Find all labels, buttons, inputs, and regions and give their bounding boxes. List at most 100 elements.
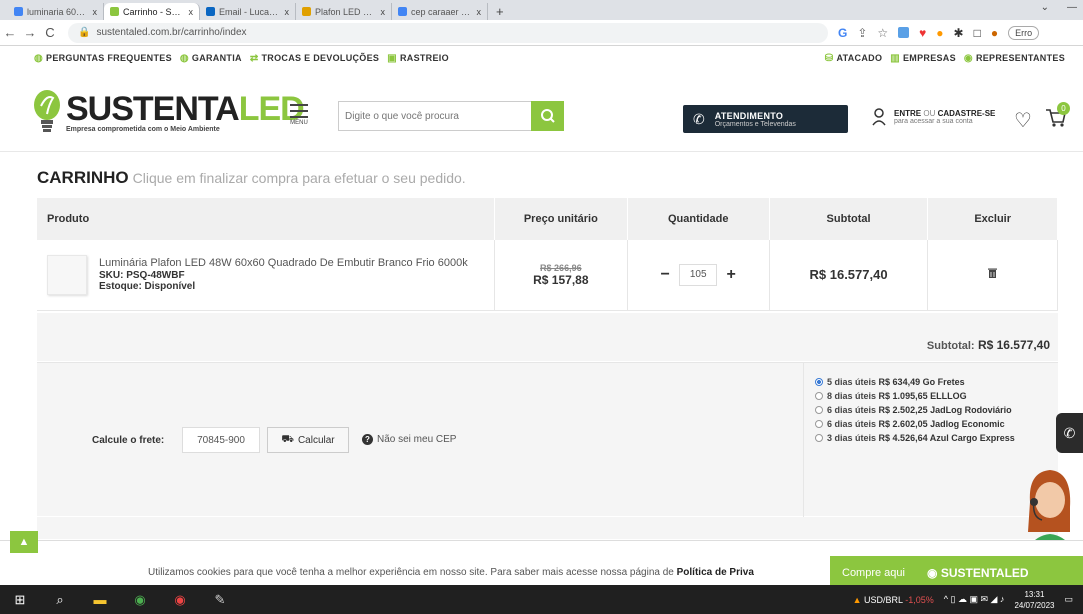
nao-sei-cep-link[interactable]: ? Não sei meu CEP xyxy=(362,434,456,445)
new-tab-button[interactable]: + xyxy=(488,3,512,20)
tab-close-icon[interactable]: x xyxy=(477,7,482,17)
trash-icon[interactable] xyxy=(988,268,998,279)
login-main: ENTRE OU CADASTRE-SE xyxy=(894,109,995,118)
file-explorer-icon[interactable]: ▬ xyxy=(80,592,120,607)
extension-orange-icon[interactable]: ● xyxy=(936,26,943,40)
top-link-representantes[interactable]: ◉ REPRESENTANTES xyxy=(964,53,1065,64)
atendimento-button[interactable]: ✆ ATENDIMENTO Orçamentos e Televendas xyxy=(683,105,848,133)
url-text: sustentaled.com.br/carrinho/index xyxy=(96,27,247,38)
wishlist-heart-icon[interactable]: ♡ xyxy=(1014,108,1032,133)
qty-decrease-button[interactable]: − xyxy=(657,266,673,284)
top-link-trocas-label: TROCAS E DEVOLUÇÕES xyxy=(261,53,380,63)
qty-increase-button[interactable]: + xyxy=(723,266,739,284)
profile-error-chip[interactable]: Erro xyxy=(1008,25,1040,40)
subtotal-line: Subtotal: R$ 16.577,40 xyxy=(927,338,1050,352)
site-logo[interactable]: SUSTENTALED Empresa comprometida com o M… xyxy=(32,88,305,136)
top-link-garantia[interactable]: ◍ GARANTIA xyxy=(180,53,242,64)
shipping-option[interactable]: 6 dias úteis R$ 2.502,25 JadLog Rodoviár… xyxy=(815,403,1060,417)
cep-input[interactable] xyxy=(182,427,260,453)
shipping-option[interactable]: 8 dias úteis R$ 1.095,65 ELLLOG xyxy=(815,389,1060,403)
chat-icon[interactable]: ✆ xyxy=(1056,413,1083,453)
shipping-days: 6 dias úteis xyxy=(827,405,877,415)
minimize-icon[interactable]: — xyxy=(1067,2,1077,13)
login-entre: ENTRE xyxy=(894,109,922,118)
notification-icon[interactable]: ▭ xyxy=(1064,594,1073,605)
forward-icon[interactable]: → xyxy=(20,25,40,40)
compre-aqui-label: Compre aqui xyxy=(842,567,905,579)
search-button[interactable] xyxy=(531,101,564,131)
price-cell: R$ 266,96 R$ 157,88 xyxy=(494,240,628,311)
chrome-profile-icon[interactable]: ◉ xyxy=(160,592,200,608)
tab-close-icon[interactable]: x xyxy=(381,7,386,17)
product-image[interactable] xyxy=(47,254,87,295)
truck-icon: ▣ xyxy=(387,52,397,64)
google-icon[interactable]: G xyxy=(838,26,847,40)
scroll-top-button[interactable]: ▲ xyxy=(10,531,38,553)
top-link-faq[interactable]: ◍ PERGUNTAS FREQUENTES xyxy=(34,53,172,64)
chevron-down-icon[interactable]: ⌄ xyxy=(1041,2,1049,13)
shipping-radio[interactable] xyxy=(815,406,823,414)
windows-start-icon[interactable]: ⊞ xyxy=(0,592,40,608)
login-link[interactable]: ENTRE OU CADASTRE-SE para acessar a sua … xyxy=(872,108,995,126)
shipping-option-text: 3 dias úteis R$ 4.526,64 Azul Cargo Expr… xyxy=(827,431,1015,445)
product-text: Luminária Plafon LED 48W 60x60 Quadrado … xyxy=(99,257,494,292)
shipping-radio[interactable] xyxy=(815,420,823,428)
quantity-input[interactable] xyxy=(679,263,718,286)
browser-tab[interactable]: Plafon LED Embutir Quadrad x xyxy=(296,3,392,20)
menu-button[interactable]: MENU xyxy=(285,104,313,126)
paint-icon[interactable]: ✎ xyxy=(200,592,240,608)
tab-close-icon[interactable]: x xyxy=(93,7,98,17)
attend-subtitle: Orçamentos e Televendas xyxy=(714,120,796,128)
reload-icon[interactable]: C xyxy=(40,25,60,40)
search-icon[interactable]: ⌕ xyxy=(40,592,80,608)
cart-button[interactable]: 0 xyxy=(1045,102,1070,133)
sidepanel-icon[interactable]: □ xyxy=(974,26,981,40)
top-link-rastreio[interactable]: ▣ RASTREIO xyxy=(387,53,449,64)
search-input[interactable] xyxy=(338,101,531,131)
chrome-icon[interactable]: ◉ xyxy=(120,592,160,608)
shipping-radio[interactable] xyxy=(815,434,823,442)
usd-widget[interactable]: ▲ USD/BRL -1,05% xyxy=(853,595,934,605)
top-link-rastreio-label: RASTREIO xyxy=(399,53,449,63)
shipping-option[interactable]: 3 dias úteis R$ 4.526,64 Azul Cargo Expr… xyxy=(815,431,1060,445)
top-link-trocas[interactable]: ⇄ TROCAS E DEVOLUÇÕES xyxy=(250,53,379,64)
puzzle-icon[interactable]: ✱ xyxy=(954,26,964,40)
shipping-option[interactable]: 5 dias úteis R$ 634,49 Go Fretes xyxy=(815,375,1060,389)
subtotal-label: Subtotal: xyxy=(926,340,975,352)
shipping-options: 5 dias úteis R$ 634,49 Go Fretes 8 dias ú… xyxy=(815,375,1060,445)
extension-blue-icon[interactable] xyxy=(898,27,910,38)
url-field[interactable]: 🔒 sustentaled.com.br/carrinho/index xyxy=(68,22,828,43)
shipping-radio[interactable] xyxy=(815,392,823,400)
pocket-icon[interactable]: ♥ xyxy=(919,26,926,40)
tab-close-icon[interactable]: x xyxy=(189,7,194,17)
browser-tab[interactable]: Carrinho - Sustenta Led - A x xyxy=(104,3,200,20)
clock-date: 24/07/2023 xyxy=(1014,600,1055,610)
product-info: Luminária Plafon LED 48W 60x60 Quadrado … xyxy=(37,254,494,295)
shipping-option-text: 6 dias úteis R$ 2.502,25 JadLog Rodoviár… xyxy=(827,403,1012,417)
calculate-button[interactable]: ⛟ Calcular xyxy=(267,427,349,453)
star-icon[interactable]: ☆ xyxy=(877,26,888,40)
cookie-message: Utilizamos cookies para que você tenha a… xyxy=(148,567,674,578)
top-link-atacado[interactable]: ⛁ ATACADO xyxy=(825,53,882,64)
clock[interactable]: 13:31 24/07/2023 xyxy=(1014,589,1054,611)
subtotal-value: R$ 16.577,40 xyxy=(977,338,1050,352)
top-link-empresas[interactable]: ▥ EMPRESAS xyxy=(890,53,956,64)
truck-icon: ⛟ xyxy=(281,433,294,445)
shipping-price: R$ 1.095,65 xyxy=(878,391,928,401)
product-sku: SKU: PSQ-48WBF xyxy=(99,270,185,282)
header-produto: Produto xyxy=(37,198,495,240)
shipping-option[interactable]: 6 dias úteis R$ 2.602,05 Jadlog Economic xyxy=(815,417,1060,431)
logo-text: SUSTENTALED Empresa comprometida com o M… xyxy=(66,92,305,133)
avatar[interactable]: ● xyxy=(991,26,998,40)
browser-tab[interactable]: luminaria 60x60 48w - Googl x xyxy=(8,3,104,20)
product-name[interactable]: Luminária Plafon LED 48W 60x60 Quadrado … xyxy=(99,257,494,270)
browser-tab[interactable]: cep caraaer - Pesquisa Goog x xyxy=(392,3,488,20)
subtotal-row: Subtotal: R$ 16.577,40 xyxy=(37,313,1058,361)
share-icon[interactable]: ⇪ xyxy=(857,26,867,40)
privacy-policy-link[interactable]: Política de Priva xyxy=(677,567,754,578)
tab-close-icon[interactable]: x xyxy=(285,7,290,17)
back-icon[interactable]: ← xyxy=(0,25,20,40)
browser-tab[interactable]: Email - Lucas Melo - Outloo x xyxy=(200,3,296,20)
shipping-radio[interactable] xyxy=(815,378,823,386)
tray-icons[interactable]: ^ ▯ ☁ ▣ ✉ ◢ ♪ xyxy=(944,594,1005,605)
